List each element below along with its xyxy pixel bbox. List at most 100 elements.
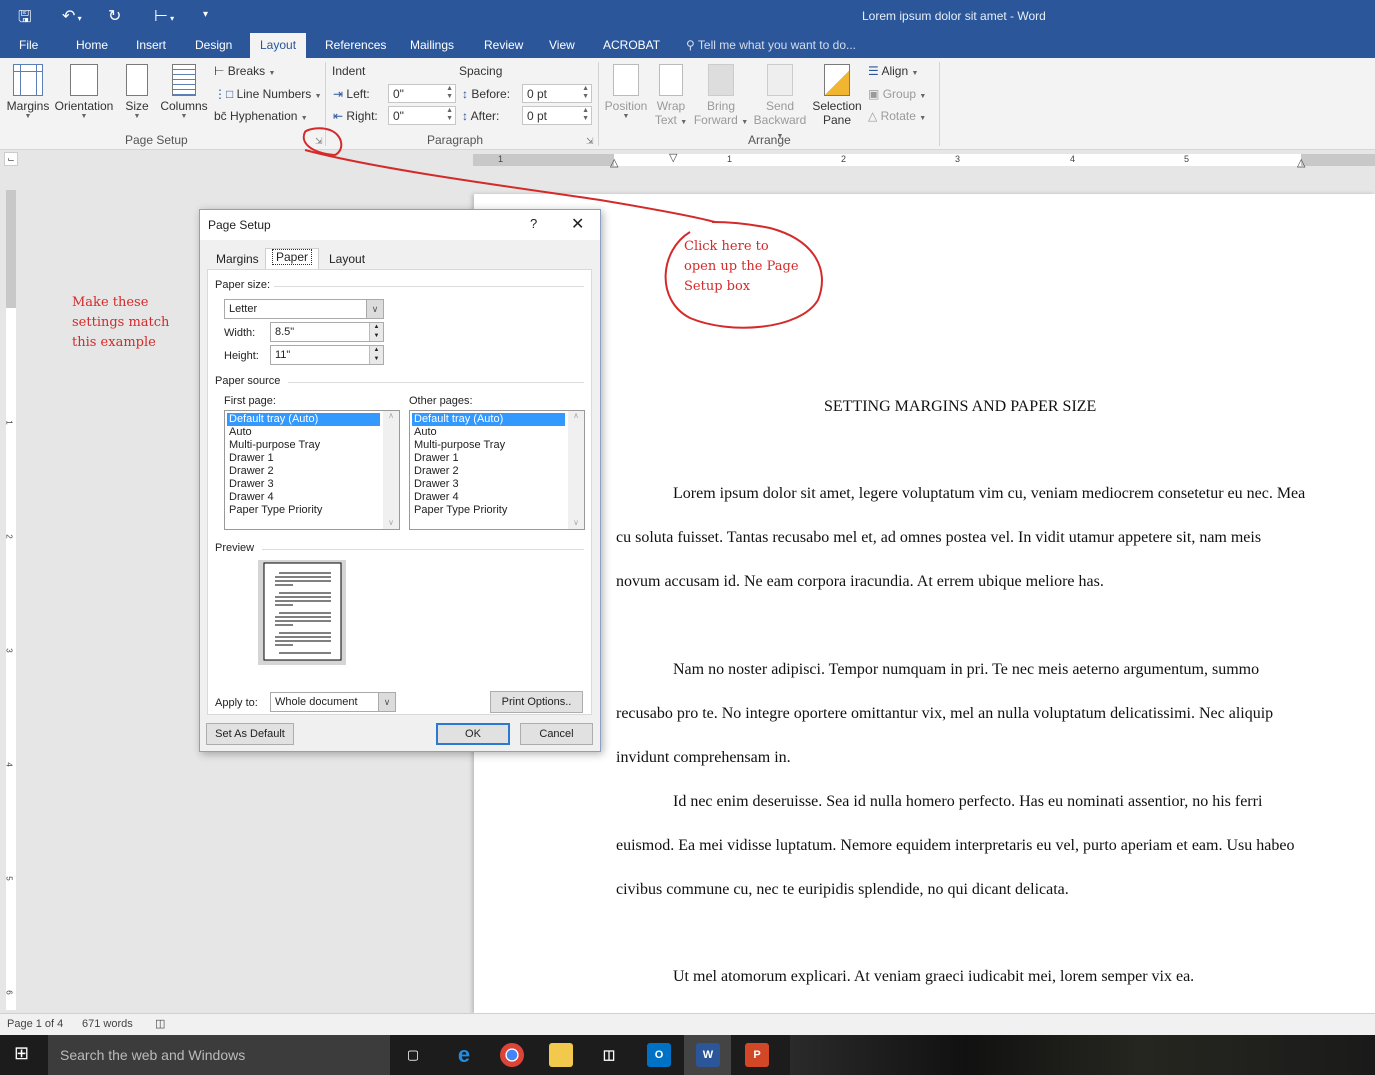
windows-start-icon[interactable]: ⊞ (14, 1043, 29, 1064)
outlook-icon[interactable]: O (647, 1043, 671, 1067)
close-icon[interactable]: ✕ (571, 214, 584, 234)
listbox-item[interactable]: Default tray (Auto) (412, 413, 565, 426)
listbox-item[interactable]: Drawer 4 (227, 491, 380, 504)
right-indent-marker-icon[interactable]: △ (1297, 156, 1305, 169)
tab-mailings[interactable]: Mailings (410, 38, 454, 52)
indent-right-spinner[interactable]: ▲ ▼ (446, 107, 453, 123)
task-view-icon[interactable]: ▢ (401, 1043, 425, 1067)
selection-pane-button[interactable]: Selection Pane (811, 64, 863, 127)
document-paragraph[interactable]: Id nec enim deseruisse. Sea id nulla hom… (616, 780, 1306, 912)
tab-selector-button[interactable]: ⌙ (4, 152, 18, 166)
spacing-after-input[interactable]: 0 pt ▲ ▼ (522, 106, 592, 125)
listbox-scrollbar[interactable]: ∧ ∨ (383, 411, 399, 529)
set-as-default-button[interactable]: Set As Default (206, 723, 294, 745)
tab-view[interactable]: View (549, 38, 575, 52)
width-spinner[interactable]: ▲ ▼ (369, 323, 383, 341)
group-button[interactable]: ▣ Group ▼ (868, 87, 926, 101)
redo-icon[interactable]: ↻ (108, 6, 121, 26)
first-page-listbox[interactable]: ∧ ∨ Default tray (Auto) Auto Multi-purpose … (224, 410, 400, 530)
spacing-before-input[interactable]: 0 pt ▲ ▼ (522, 84, 592, 103)
paragraph-dialog-launcher-icon[interactable]: ⇲ (586, 136, 594, 147)
tab-layout[interactable]: Layout (250, 33, 307, 58)
wrap-text-button[interactable]: Wrap Text ▼ (652, 64, 690, 127)
store-icon[interactable]: ◫ (597, 1043, 621, 1067)
listbox-item[interactable]: Drawer 4 (412, 491, 565, 504)
bring-forward-button[interactable]: Bring Forward ▼ (692, 64, 750, 127)
left-indent-marker-icon[interactable]: △ (610, 156, 618, 169)
listbox-item[interactable]: Multi-purpose Tray (227, 439, 380, 452)
taskbar-search-box[interactable]: Search the web and Windows (48, 1035, 390, 1075)
position-button[interactable]: Position ▼ (603, 64, 649, 120)
other-pages-listbox[interactable]: ∧ ∨ Default tray (Auto) Auto Multi-purpose … (409, 410, 585, 530)
tab-insert[interactable]: Insert (136, 38, 166, 52)
page-count[interactable]: Page 1 of 4 (7, 1018, 63, 1030)
indent-left-spinner[interactable]: ▲ ▼ (446, 85, 453, 101)
tab-margins[interactable]: Margins (210, 251, 265, 269)
listbox-item[interactable]: Drawer 1 (227, 452, 380, 465)
spacing-after-spinner[interactable]: ▲ ▼ (582, 107, 589, 123)
listbox-item[interactable]: Drawer 1 (412, 452, 565, 465)
tab-home[interactable]: Home (76, 38, 108, 52)
proofing-icon[interactable]: ◫ (155, 1017, 165, 1030)
tab-file[interactable]: File (19, 38, 38, 52)
cancel-button[interactable]: Cancel (520, 723, 593, 745)
listbox-item[interactable]: Paper Type Priority (412, 504, 565, 517)
vertical-ruler[interactable]: 1 2 3 4 5 6 (5, 190, 16, 1010)
tab-references[interactable]: References (325, 38, 386, 52)
tab-design[interactable]: Design (195, 38, 232, 52)
size-button[interactable]: Size ▼ (122, 64, 152, 120)
indent-right-input[interactable]: 0" ▲ ▼ (388, 106, 456, 125)
undo-icon[interactable]: ↶ ▾ (62, 6, 82, 26)
columns-button[interactable]: Columns ▼ (158, 64, 210, 120)
touch-mode-icon[interactable]: ⊢ ▾ (154, 6, 174, 26)
document-paragraph[interactable]: Lorem ipsum dolor sit amet, legere volup… (616, 472, 1306, 604)
width-input[interactable]: 8.5" ▲ ▼ (270, 322, 384, 342)
indent-left-input[interactable]: 0" ▲ ▼ (388, 84, 456, 103)
horizontal-ruler[interactable]: 1 1 2 3 4 5 ▽ △ △ (473, 151, 1375, 169)
customize-quick-access-icon[interactable]: ▾ (203, 9, 208, 20)
chevron-down-icon[interactable]: ∨ (378, 693, 395, 711)
height-spinner[interactable]: ▲ ▼ (369, 346, 383, 364)
line-numbers-button[interactable]: ⋮□ Line Numbers ▼ (214, 87, 322, 101)
listbox-item[interactable]: Default tray (Auto) (227, 413, 380, 426)
send-backward-button[interactable]: Send Backward ▼ (749, 64, 811, 141)
powerpoint-icon[interactable]: P (745, 1043, 769, 1067)
document-heading[interactable]: SETTING MARGINS AND PAPER SIZE (824, 398, 1096, 416)
ok-button[interactable]: OK (436, 723, 510, 745)
chevron-down-icon[interactable]: ∨ (366, 300, 383, 318)
tab-review[interactable]: Review (484, 38, 523, 52)
document-page[interactable]: SETTING MARGINS AND PAPER SIZE Lorem ips… (474, 194, 1375, 1014)
listbox-scrollbar[interactable]: ∧ ∨ (568, 411, 584, 529)
dialog-title-bar[interactable]: Page Setup ? ✕ (200, 210, 600, 240)
first-line-indent-marker-icon[interactable]: ▽ (669, 151, 677, 164)
listbox-item[interactable]: Drawer 3 (412, 478, 565, 491)
page-setup-dialog-launcher-icon[interactable]: ⇲ (315, 136, 323, 147)
file-explorer-icon[interactable] (549, 1043, 573, 1067)
edge-icon[interactable]: e (452, 1043, 476, 1067)
align-button[interactable]: ☰ Align ▼ (868, 64, 918, 78)
hyphenation-button[interactable]: bc̄ Hyphenation ▼ (214, 109, 308, 123)
listbox-item[interactable]: Drawer 2 (227, 465, 380, 478)
breaks-button[interactable]: ⊢ Breaks ▼ (214, 64, 275, 78)
margins-button[interactable]: Margins ▼ (6, 64, 50, 120)
word-count[interactable]: 671 words (82, 1018, 133, 1030)
listbox-item[interactable]: Auto (412, 426, 565, 439)
help-icon[interactable]: ? (530, 216, 537, 231)
listbox-item[interactable]: Drawer 2 (412, 465, 565, 478)
chrome-icon[interactable] (500, 1043, 524, 1067)
document-paragraph[interactable]: Nam no noster adipisci. Tempor numquam i… (616, 648, 1306, 780)
document-paragraph[interactable]: Ut mel atomorum explicari. At veniam gra… (616, 955, 1306, 999)
tab-layout[interactable]: Layout (323, 251, 371, 269)
listbox-item[interactable]: Paper Type Priority (227, 504, 380, 517)
apply-to-select[interactable]: Whole document ∨ (270, 692, 396, 712)
save-icon[interactable]: 🖫 (18, 6, 32, 33)
listbox-item[interactable]: Multi-purpose Tray (412, 439, 565, 452)
height-input[interactable]: 11" ▲ ▼ (270, 345, 384, 365)
word-icon[interactable]: W (696, 1043, 720, 1067)
rotate-button[interactable]: △ Rotate ▼ (868, 109, 926, 123)
print-options-button[interactable]: Print Options.. (490, 691, 583, 713)
spacing-before-spinner[interactable]: ▲ ▼ (582, 85, 589, 101)
listbox-item[interactable]: Drawer 3 (227, 478, 380, 491)
tab-acrobat[interactable]: ACROBAT (603, 38, 660, 52)
listbox-item[interactable]: Auto (227, 426, 380, 439)
